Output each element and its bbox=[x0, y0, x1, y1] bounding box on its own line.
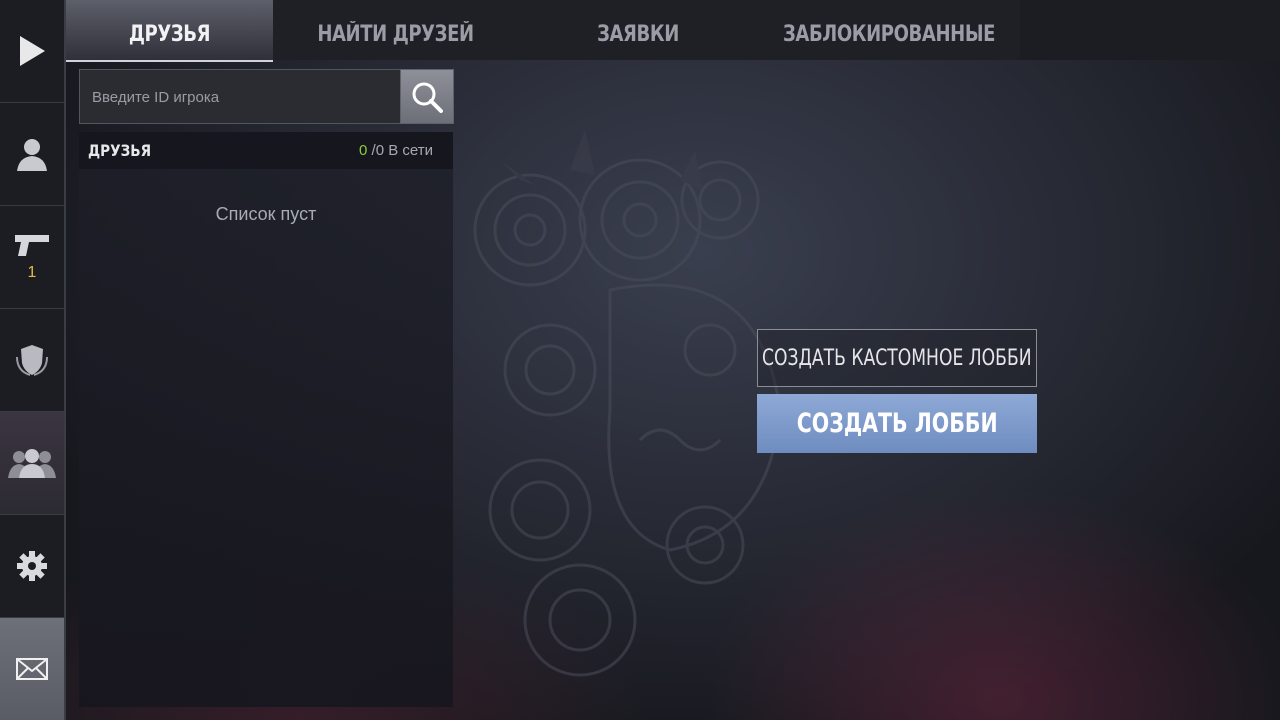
tab-requests-label: ЗАЯВКИ bbox=[597, 22, 679, 47]
sidebar-item-mail[interactable] bbox=[0, 618, 64, 720]
friends-list-title: ДРУЗЬЯ bbox=[88, 141, 152, 160]
online-count: 0 /0 В сети bbox=[359, 142, 433, 159]
tab-find-friends[interactable]: НАЙТИ ДРУЗЕЙ bbox=[273, 0, 518, 60]
mail-icon bbox=[16, 658, 48, 680]
create-lobby-label: СОЗДАТЬ ЛОББИ bbox=[796, 408, 998, 439]
search-input[interactable] bbox=[90, 84, 394, 110]
tab-friends-label: ДРУЗЬЯ bbox=[128, 22, 211, 47]
search-field bbox=[79, 69, 401, 124]
search-button[interactable] bbox=[400, 69, 454, 124]
tab-find-friends-label: НАЙТИ ДРУЗЕЙ bbox=[317, 22, 474, 47]
tab-requests[interactable]: ЗАЯВКИ bbox=[518, 0, 758, 60]
weapons-badge: 1 bbox=[27, 264, 37, 281]
friends-list-panel: ДРУЗЬЯ 0 /0 В сети Список пуст bbox=[79, 132, 453, 707]
search-icon bbox=[412, 82, 443, 113]
sidebar-item-play[interactable] bbox=[0, 0, 64, 103]
tab-bar-filler bbox=[1020, 0, 1280, 60]
sidebar-item-friends[interactable] bbox=[0, 412, 64, 515]
online-total-label: 0 В сети bbox=[375, 142, 433, 159]
sidebar-item-clan[interactable] bbox=[0, 309, 64, 412]
create-custom-lobby-label: СОЗДАТЬ КАСТОМНОЕ ЛОББИ bbox=[762, 345, 1032, 371]
tab-blocked-label: ЗАБЛОКИРОВАННЫЕ bbox=[782, 22, 996, 47]
gear-icon bbox=[17, 551, 47, 581]
friends-icon bbox=[8, 449, 56, 478]
tab-friends[interactable]: ДРУЗЬЯ bbox=[66, 0, 273, 62]
tab-bar: ДРУЗЬЯ НАЙТИ ДРУЗЕЙ ЗАЯВКИ ЗАБЛОКИРОВАНН… bbox=[66, 0, 1020, 62]
empty-list-message: Список пуст bbox=[215, 204, 317, 224]
profile-icon bbox=[17, 139, 47, 171]
sidebar: 1 bbox=[0, 0, 66, 720]
tab-blocked[interactable]: ЗАБЛОКИРОВАННЫЕ bbox=[758, 0, 1020, 60]
sidebar-item-settings[interactable] bbox=[0, 515, 64, 618]
sidebar-item-weapons[interactable]: 1 bbox=[0, 206, 64, 309]
friends-list-header: ДРУЗЬЯ 0 /0 В сети bbox=[79, 132, 453, 169]
create-lobby-button[interactable]: СОЗДАТЬ ЛОББИ bbox=[757, 394, 1037, 453]
create-custom-lobby-button[interactable]: СОЗДАТЬ КАСТОМНОЕ ЛОББИ bbox=[757, 329, 1037, 387]
sidebar-item-profile[interactable] bbox=[0, 103, 64, 206]
play-icon bbox=[20, 36, 45, 66]
shield-icon bbox=[16, 345, 48, 376]
pistol-icon bbox=[15, 235, 49, 256]
online-number: 0 bbox=[359, 142, 368, 159]
